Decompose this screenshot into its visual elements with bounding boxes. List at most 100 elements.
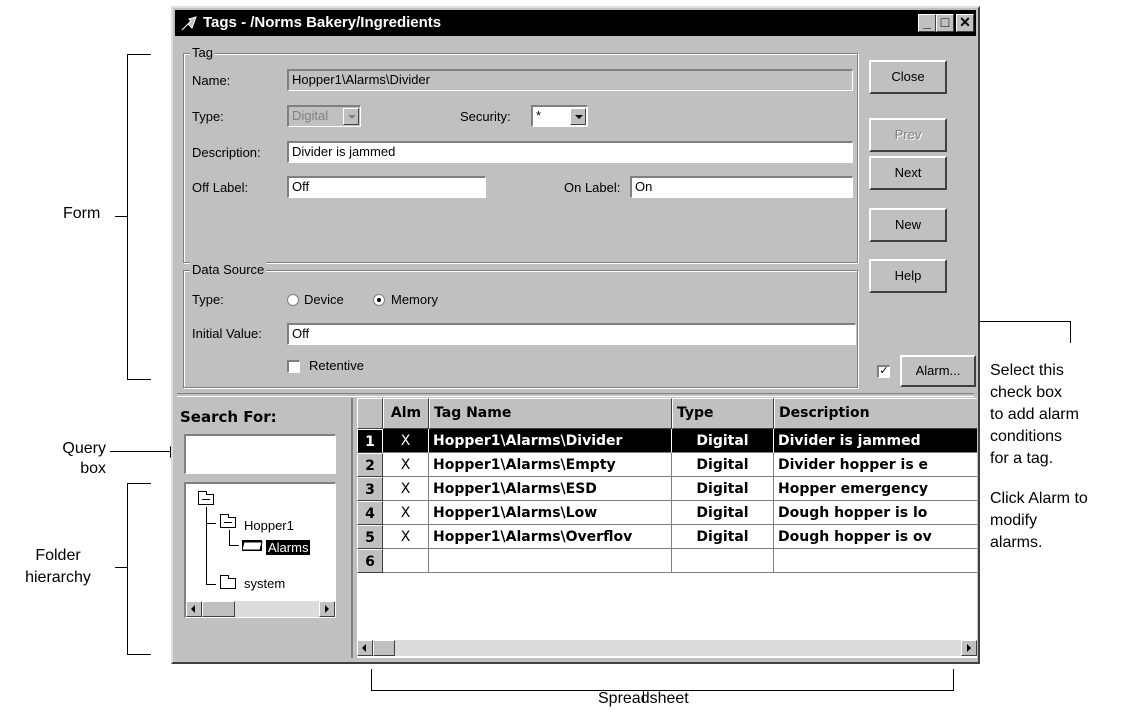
row-header[interactable]: 3 — [357, 477, 383, 501]
scroll-left-icon[interactable] — [186, 601, 202, 617]
tag-name-cell[interactable] — [429, 549, 672, 573]
type-cell[interactable] — [672, 549, 774, 573]
initial-value-field[interactable]: Off — [287, 323, 856, 345]
form-annotation: Form — [63, 205, 101, 222]
alm-cell[interactable] — [383, 549, 429, 573]
close-button[interactable]: Close — [869, 60, 947, 94]
alm-cell[interactable]: X — [383, 429, 429, 453]
row-header[interactable]: 5 — [357, 525, 383, 549]
alarm-checkbox[interactable]: ✓ — [877, 365, 890, 378]
on-label-label: On Label: — [564, 180, 621, 195]
tag-name-cell[interactable]: Hopper1\Alarms\Empty — [429, 453, 672, 477]
spreadsheet[interactable]: Alm Tag Name Type Description 1 X Hopper1\Alar… — [357, 398, 977, 658]
corner-header — [357, 398, 383, 429]
off-label-label: Off Label: — [192, 180, 249, 195]
query-box[interactable] — [184, 434, 336, 474]
tree-line — [206, 584, 216, 585]
device-label[interactable]: Device — [304, 292, 344, 307]
folder-bracket-bottom — [127, 654, 151, 655]
alm-column-header[interactable]: Alm — [383, 398, 429, 429]
help-button[interactable]: Help — [869, 259, 947, 293]
row-header[interactable]: 2 — [357, 453, 383, 477]
chevron-down-icon — [570, 108, 586, 125]
type-cell[interactable]: Digital — [672, 525, 774, 549]
tree-item-hopper1[interactable]: Hopper1 — [244, 518, 294, 533]
type-cell[interactable]: Digital — [672, 477, 774, 501]
hopper-folder-icon[interactable] — [220, 514, 236, 528]
new-button[interactable]: New — [869, 208, 947, 242]
system-folder-icon[interactable] — [220, 575, 236, 589]
spreadsheet-horizontal-scrollbar[interactable] — [357, 640, 977, 656]
next-button[interactable]: Next — [869, 156, 947, 190]
alarm-annotation: Select this check box to add alarm condi… — [990, 362, 1088, 551]
row-header[interactable]: 4 — [357, 501, 383, 525]
tags-window: Tags - /Norms Bakery/Ingredients _ □ ✕ T… — [171, 6, 980, 664]
on-label-field[interactable]: On — [630, 176, 853, 198]
tree-item-system[interactable]: system — [244, 576, 285, 591]
tree-item-alarms[interactable]: Alarms — [266, 540, 311, 555]
scroll-left-icon[interactable] — [357, 640, 373, 656]
folder-tree[interactable]: Hopper1 Alarms system — [184, 482, 336, 618]
pane-separator — [177, 393, 974, 397]
data-source-group: Data Source Type: Device Memory Initial … — [183, 262, 858, 388]
prev-button[interactable]: Prev — [869, 118, 947, 152]
off-label-field[interactable]: Off — [287, 176, 486, 198]
scroll-thumb[interactable] — [202, 601, 235, 617]
tag-name-cell[interactable]: Hopper1\Alarms\Divider — [429, 429, 672, 453]
type-column-header[interactable]: Type — [672, 398, 774, 429]
search-for-label: Search For: — [180, 408, 277, 426]
scroll-right-icon[interactable] — [961, 640, 977, 656]
alarm-callout-right — [1070, 321, 1071, 343]
type-cell[interactable]: Digital — [672, 501, 774, 525]
type-cell[interactable]: Digital — [672, 429, 774, 453]
tag-name-column-header[interactable]: Tag Name — [429, 398, 672, 429]
row-header[interactable]: 6 — [357, 549, 383, 573]
title-bar[interactable]: Tags - /Norms Bakery/Ingredients _ □ ✕ — [175, 10, 976, 36]
form-bracket-bottom — [127, 379, 151, 380]
alm-cell[interactable]: X — [383, 501, 429, 525]
minimize-button[interactable]: _ — [918, 14, 936, 32]
tag-group: Tag Name: Hopper1\Alarms\Divider Type: D… — [183, 45, 858, 263]
alm-cell[interactable]: X — [383, 453, 429, 477]
scroll-right-icon[interactable] — [319, 601, 335, 617]
description-cell[interactable]: Dough hopper is ov — [774, 525, 977, 549]
tree-horizontal-scrollbar[interactable] — [186, 601, 335, 617]
tree-line — [206, 523, 216, 524]
tag-name-cell[interactable]: Hopper1\Alarms\Low — [429, 501, 672, 525]
tag-name-cell[interactable]: Hopper1\Alarms\Overflov — [429, 525, 672, 549]
tag-name-cell[interactable]: Hopper1\Alarms\ESD — [429, 477, 672, 501]
search-pane-divider — [351, 398, 353, 658]
description-field[interactable]: Divider is jammed — [287, 141, 853, 163]
description-cell[interactable]: Dough hopper is lo — [774, 501, 977, 525]
tree-line — [229, 545, 239, 546]
description-cell[interactable]: Divider is jammed — [774, 429, 977, 453]
close-window-button[interactable]: ✕ — [956, 14, 974, 32]
alarm-button[interactable]: Alarm... — [900, 355, 976, 387]
folder-bracket-top — [127, 483, 151, 484]
security-dropdown[interactable]: * — [531, 105, 588, 127]
description-cell[interactable]: Divider hopper is e — [774, 453, 977, 477]
data-source-title: Data Source — [190, 262, 267, 277]
retentive-label[interactable]: Retentive — [309, 358, 364, 373]
row-header[interactable]: 1 — [357, 429, 383, 453]
root-folder-icon[interactable] — [198, 491, 214, 505]
type-dropdown[interactable]: Digital — [287, 105, 361, 127]
spreadsheet-bracket-right — [953, 669, 954, 691]
alm-cell[interactable]: X — [383, 525, 429, 549]
type-cell[interactable]: Digital — [672, 453, 774, 477]
maximize-button[interactable]: □ — [936, 14, 954, 32]
device-radio[interactable] — [287, 294, 299, 306]
memory-label[interactable]: Memory — [391, 292, 438, 307]
folder-bracket-vertical — [127, 483, 128, 655]
description-label: Description: — [192, 145, 261, 160]
description-column-header[interactable]: Description — [774, 398, 977, 429]
window-title: Tags - /Norms Bakery/Ingredients — [203, 14, 442, 31]
memory-radio[interactable] — [373, 294, 385, 306]
retentive-checkbox[interactable] — [287, 360, 300, 373]
description-cell[interactable] — [774, 549, 977, 573]
open-folder-icon — [242, 540, 263, 551]
description-cell[interactable]: Hopper emergency — [774, 477, 977, 501]
alm-cell[interactable]: X — [383, 477, 429, 501]
scroll-thumb[interactable] — [373, 640, 395, 656]
name-field[interactable]: Hopper1\Alarms\Divider — [287, 69, 853, 91]
